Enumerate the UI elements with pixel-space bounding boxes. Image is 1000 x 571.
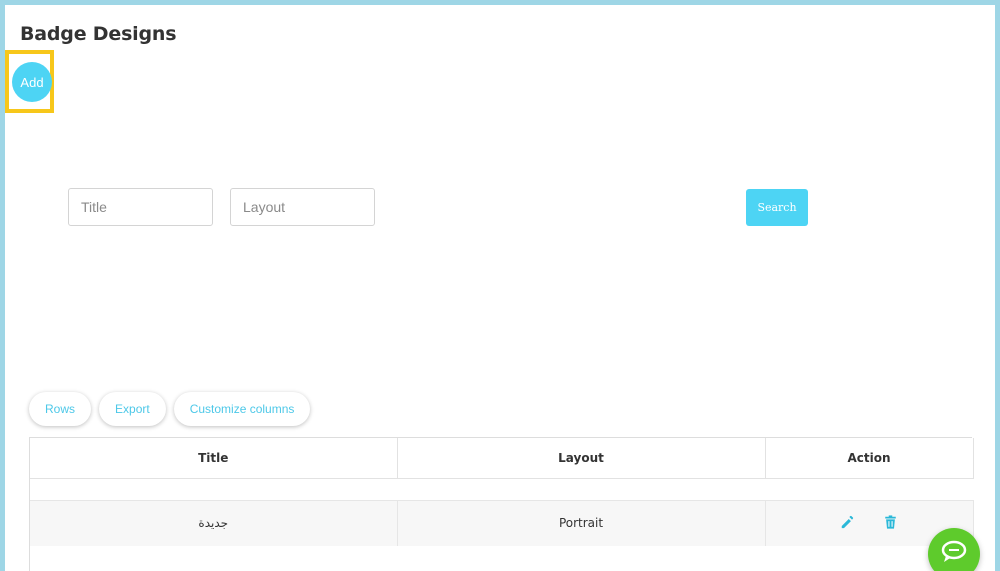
rows-button[interactable]: Rows [29,392,92,426]
pencil-icon[interactable] [839,515,855,531]
column-header-title[interactable]: Title [30,438,398,479]
add-button-highlight: Add [5,50,54,113]
column-header-layout[interactable]: Layout [397,438,766,479]
trash-icon[interactable] [883,515,899,531]
title-filter-input[interactable] [68,188,213,226]
app-frame: Badge Designs Add Search Rows Export Cus… [0,0,1000,571]
export-button[interactable]: Export [99,392,166,426]
page-title: Badge Designs [20,23,177,45]
table-filter-row [30,478,973,501]
chat-bubble-icon [940,540,968,569]
table-header-row: Title Layout Action [30,438,974,479]
search-button[interactable]: Search [746,189,808,226]
table-toolbar: Rows Export Customize columns [29,392,311,426]
table-row: جديدة Portrait [30,500,974,546]
chat-button[interactable] [928,528,980,571]
cell-layout: Portrait [397,500,766,546]
layout-filter-input[interactable] [230,188,375,226]
add-button[interactable]: Add [12,62,52,102]
badge-designs-table: Title Layout Action جديدة Portrait [29,437,974,571]
column-header-action: Action [765,438,974,479]
cell-title: جديدة [30,500,398,546]
customize-columns-button[interactable]: Customize columns [173,392,311,426]
